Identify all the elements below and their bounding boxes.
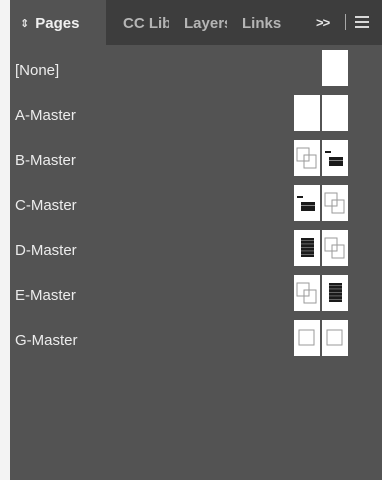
left-page-thumbnail[interactable] [294,185,320,221]
master-label: A-Master [15,107,76,124]
tab-separator [345,14,346,30]
right-page-thumbnail[interactable] [322,140,348,176]
master-label: C-Master [15,197,77,214]
master-row[interactable]: D-Master [10,230,382,272]
right-page-thumbnail[interactable] [322,320,348,356]
master-label: B-Master [15,152,76,169]
collapse-chevron-icon[interactable]: ⇕ [20,0,29,45]
panel-menu-icon[interactable] [355,16,369,28]
right-page-thumbnail[interactable] [322,230,348,266]
left-page-thumbnail[interactable] [294,320,320,356]
left-page-thumbnail[interactable] [294,140,320,176]
tab-pages[interactable]: ⇕ Pages [10,0,106,45]
master-label: G-Master [15,332,78,349]
panel-tab-bar: ⇕ Pages CC Libraries Layers Links >> [10,0,382,45]
master-row[interactable]: B-Master [10,140,382,182]
master-row[interactable]: A-Master [10,95,382,137]
tab-cc-libraries[interactable]: CC Libraries [123,0,169,45]
right-page-thumbnail[interactable] [322,275,348,311]
right-page-thumbnail[interactable] [322,50,348,86]
left-page-thumbnail[interactable] [294,275,320,311]
master-row[interactable]: E-Master [10,275,382,317]
pages-panel: ⇕ Pages CC Libraries Layers Links >> [Non… [10,0,382,480]
more-tabs-button[interactable]: >> [316,14,330,31]
right-page-thumbnail[interactable] [322,95,348,131]
master-label: [None] [15,62,60,79]
tab-pages-label: Pages [35,15,80,32]
master-label: D-Master [15,242,77,259]
tab-cc-libraries-label: CC Libraries [123,15,169,32]
tab-links[interactable]: Links [242,0,292,45]
master-row[interactable]: G-Master [10,320,382,362]
tab-layers[interactable]: Layers [184,0,227,45]
master-label: E-Master [15,287,76,304]
tab-layers-label: Layers [184,15,227,32]
left-page-thumbnail[interactable] [294,95,320,131]
right-page-thumbnail[interactable] [322,185,348,221]
left-page-thumbnail[interactable] [294,230,320,266]
master-row[interactable]: C-Master [10,185,382,227]
tab-links-label: Links [242,15,282,32]
master-row[interactable]: [None] [10,50,382,92]
